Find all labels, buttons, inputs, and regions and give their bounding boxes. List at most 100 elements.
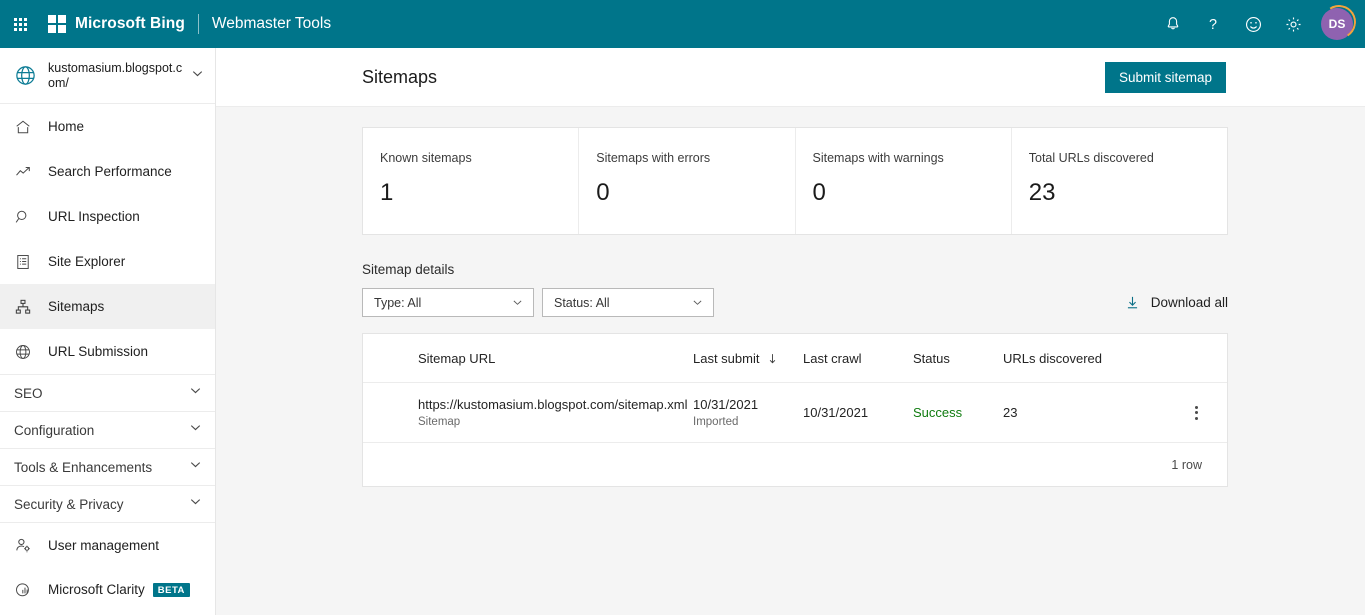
sidebar-item-url-inspection[interactable]: URL Inspection (0, 194, 215, 239)
home-icon (14, 118, 42, 136)
main-content: Known sitemaps 1 Sitemaps with errors 0 … (216, 107, 1365, 615)
svg-text:?: ? (1209, 17, 1217, 33)
status-filter-dropdown[interactable]: Status: All (542, 288, 714, 317)
app-launcher-waffle-icon[interactable] (0, 0, 40, 48)
stat-label: Sitemaps with warnings (812, 151, 944, 165)
sitemap-type-value: Sitemap (418, 416, 461, 428)
sidebar-item-label: User management (48, 537, 160, 553)
sitemaps-table: Sitemap URL Last submit Last crawl Statu… (362, 333, 1228, 487)
sidebar-item-user-management[interactable]: User management (0, 522, 215, 567)
sidebar-group-tools-and-enhancements[interactable]: Tools & Enhancements (0, 448, 215, 485)
list-document-icon (14, 253, 42, 271)
chevron-down-icon (673, 296, 704, 309)
column-header-sitemap-url[interactable]: Sitemap URL (363, 351, 693, 366)
bing-logo-icon (48, 15, 66, 33)
sort-descending-arrow-icon (766, 352, 779, 365)
sidebar-item-label: Search Performance (48, 164, 172, 179)
download-all-label: Download all (1150, 295, 1228, 310)
stat-card-sitemaps-with-warnings: Sitemaps with warnings 0 (796, 128, 1012, 234)
chevron-down-icon (188, 383, 203, 403)
top-navigation-bar: Microsoft Bing Webmaster Tools ? DS (0, 0, 1365, 48)
globe-icon (14, 343, 42, 361)
sidebar-item-microsoft-clarity[interactable]: Microsoft Clarity BETA (0, 567, 215, 612)
sidebar-group-configuration[interactable]: Configuration (0, 411, 215, 448)
sidebar-group-label: Tools & Enhancements (14, 459, 153, 475)
sitemap-url-value: https://kustomasium.blogspot.com/sitemap… (418, 397, 688, 412)
status-filter-value: Status: All (554, 295, 610, 310)
column-header-last-submit-label: Last submit (693, 350, 760, 366)
table-footer: 1 row (363, 443, 1227, 486)
chevron-down-icon (188, 494, 203, 514)
stat-value: 0 (812, 179, 826, 206)
avatar[interactable]: DS (1321, 8, 1353, 40)
sidebar: kustomasium.blogspot.com/ Home Search Pe… (0, 48, 216, 615)
question-mark-icon[interactable]: ? (1193, 0, 1233, 48)
magnifier-icon (14, 208, 42, 226)
chevron-down-icon (190, 66, 205, 86)
sidebar-group-label: SEO (14, 385, 43, 401)
cell-sitemap-url: https://kustomasium.blogspot.com/sitemap… (363, 397, 693, 428)
product-name: Webmaster Tools (211, 15, 332, 32)
stat-card-known-sitemaps: Known sitemaps 1 (363, 128, 580, 234)
stat-value: 0 (596, 179, 610, 206)
stat-value: 1 (380, 179, 394, 206)
sidebar-group-label: Security & Privacy (14, 496, 124, 512)
sidebar-item-home[interactable]: Home (0, 104, 215, 149)
beta-badge: BETA (152, 582, 190, 597)
trending-up-icon (14, 163, 42, 181)
chevron-down-icon (493, 296, 524, 309)
smiley-icon[interactable] (1233, 0, 1273, 48)
stat-label: Total URLs discovered (1028, 151, 1154, 165)
last-submit-source: Imported (693, 416, 739, 428)
type-filter-value: Type: All (374, 295, 422, 310)
stat-card-total-urls-discovered: Total URLs discovered 23 (1012, 128, 1227, 234)
cell-actions (1173, 400, 1219, 426)
summary-cards: Known sitemaps 1 Sitemaps with errors 0 … (362, 127, 1228, 235)
stat-card-sitemaps-with-errors: Sitemaps with errors 0 (579, 128, 796, 234)
gear-icon[interactable] (1273, 0, 1313, 48)
brand-link[interactable]: Microsoft Bing Webmaster Tools (48, 14, 331, 34)
bell-icon[interactable] (1153, 0, 1193, 48)
clarity-icon (14, 581, 42, 599)
filter-row: Type: All Status: All Download all (362, 288, 1228, 317)
column-header-status[interactable]: Status (913, 351, 1003, 366)
sidebar-item-site-explorer[interactable]: Site Explorer (0, 239, 215, 284)
table-row[interactable]: https://kustomasium.blogspot.com/sitemap… (363, 383, 1227, 443)
kebab-menu-icon[interactable] (1185, 400, 1208, 426)
sidebar-item-label: Microsoft Clarity (48, 582, 145, 597)
site-name: kustomasium.blogspot.com/ (48, 60, 183, 90)
sidebar-item-label: Sitemaps (48, 299, 105, 314)
user-gear-icon (14, 536, 42, 554)
page-title: Sitemaps (362, 66, 438, 87)
cell-status: Success (913, 405, 963, 420)
column-header-last-submit[interactable]: Last submit (693, 351, 803, 366)
sidebar-group-label: Configuration (14, 422, 95, 438)
waffle-grid (13, 17, 27, 31)
globe-icon (14, 64, 42, 87)
table-header-row: Sitemap URL Last submit Last crawl Statu… (363, 334, 1227, 383)
column-header-urls-discovered[interactable]: URLs discovered (1003, 351, 1173, 366)
cell-urls-discovered: 23 (1003, 405, 1018, 420)
stat-label: Known sitemaps (380, 151, 472, 165)
sidebar-item-url-submission[interactable]: URL Submission (0, 329, 215, 374)
site-selector[interactable]: kustomasium.blogspot.com/ (0, 48, 215, 104)
brand-divider (197, 14, 199, 34)
sidebar-group-security-and-privacy[interactable]: Security & Privacy (0, 485, 215, 522)
section-title: Sitemap details (362, 262, 455, 277)
page-header: Sitemaps Submit sitemap (216, 48, 1365, 107)
stat-label: Sitemaps with errors (596, 151, 711, 165)
row-count-label: 1 row (1171, 457, 1202, 472)
sidebar-item-search-performance[interactable]: Search Performance (0, 149, 215, 194)
sidebar-group-seo[interactable]: SEO (0, 374, 215, 411)
sidebar-item-sitemaps[interactable]: Sitemaps (0, 284, 215, 329)
topbar-actions: ? DS (1153, 0, 1365, 48)
cell-last-submit: 10/31/2021 Imported (693, 397, 803, 428)
chevron-down-icon (188, 457, 203, 477)
download-all-button[interactable]: Download all (1124, 294, 1228, 311)
sitemap-icon (14, 298, 42, 316)
type-filter-dropdown[interactable]: Type: All (362, 288, 534, 317)
brand-name: Microsoft Bing (75, 15, 185, 32)
column-header-last-crawl[interactable]: Last crawl (803, 351, 913, 366)
sidebar-item-label: URL Submission (48, 344, 149, 359)
submit-sitemap-button[interactable]: Submit sitemap (1104, 61, 1226, 93)
